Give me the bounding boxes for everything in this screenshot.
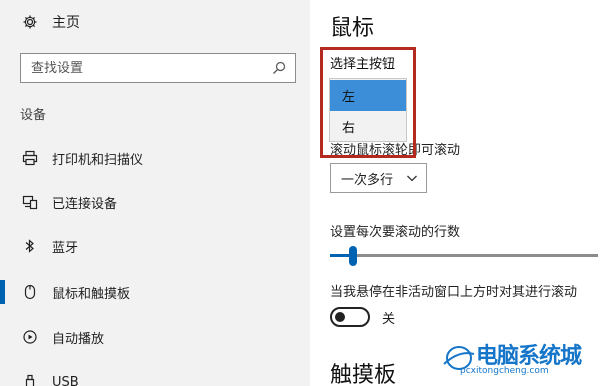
toggle-knob xyxy=(335,312,345,322)
sidebar-item-connected-devices[interactable]: 已连接设备 xyxy=(0,182,310,222)
sidebar-item-bluetooth[interactable]: 蓝牙 xyxy=(0,226,310,266)
scroll-mode-select[interactable]: 一次多行 xyxy=(330,163,427,193)
watermark-url: pcxitongcheng.com xyxy=(460,366,549,376)
sidebar-item-label: 鼠标和触摸板 xyxy=(52,286,131,302)
sidebar-item-printers[interactable]: 打印机和扫描仪 xyxy=(0,138,310,178)
slider-thumb[interactable] xyxy=(349,246,357,266)
slider-track xyxy=(357,254,598,257)
bluetooth-icon xyxy=(21,237,39,255)
settings-sidebar: 主页 设备 打印机和扫描仪 已连接设备 蓝牙 鼠标和触摸板 xyxy=(0,0,310,386)
red-highlight-box xyxy=(320,47,416,158)
sidebar-item-autoplay[interactable]: 自动播放 xyxy=(0,317,310,357)
autoplay-icon xyxy=(21,328,39,346)
inactive-scroll-toggle[interactable] xyxy=(330,307,370,327)
page-title: 鼠标 xyxy=(330,16,375,41)
home-label: 主页 xyxy=(52,15,80,31)
search-box[interactable] xyxy=(20,53,296,83)
usb-icon xyxy=(21,373,39,386)
sidebar-item-label: 蓝牙 xyxy=(52,240,79,256)
connected-devices-icon xyxy=(21,193,39,211)
sidebar-item-label: USB xyxy=(52,374,79,386)
mouse-settings-panel: 鼠标 滚动鼠标滚轮即可滚动 一次多行 设置每次要滚动的行数 当我悬停在非活动窗口… xyxy=(310,0,600,386)
watermark-logo: 电脑系统城 pcxitongcheng.com xyxy=(442,338,592,382)
scroll-lines-slider[interactable] xyxy=(330,246,598,266)
sidebar-item-label: 已连接设备 xyxy=(52,196,118,212)
search-icon[interactable] xyxy=(271,60,287,76)
toggle-state-label: 关 xyxy=(382,311,396,327)
sidebar-item-mouse-touchpad[interactable]: 鼠标和触摸板 xyxy=(0,272,310,312)
inactive-scroll-toggle-row: 关 xyxy=(330,307,395,327)
section-label-devices: 设备 xyxy=(20,108,47,123)
slider-track-fill xyxy=(330,254,349,257)
sidebar-item-usb[interactable]: USB xyxy=(0,362,310,386)
chevron-down-icon xyxy=(406,172,418,188)
sidebar-item-label: 打印机和扫描仪 xyxy=(52,152,144,168)
mouse-icon xyxy=(21,283,39,301)
sidebar-item-label: 自动播放 xyxy=(52,331,105,347)
printer-icon xyxy=(21,149,39,167)
home-nav-item[interactable]: 主页 xyxy=(20,9,80,35)
gear-icon xyxy=(20,14,40,30)
search-input[interactable] xyxy=(31,60,271,76)
inactive-scroll-label: 当我悬停在非活动窗口上方时对其进行滚动 xyxy=(330,285,578,300)
scroll-mode-value: 一次多行 xyxy=(341,172,394,188)
touchpad-section-title: 触摸板 xyxy=(330,363,397,386)
scroll-lines-label: 设置每次要滚动的行数 xyxy=(330,225,461,240)
